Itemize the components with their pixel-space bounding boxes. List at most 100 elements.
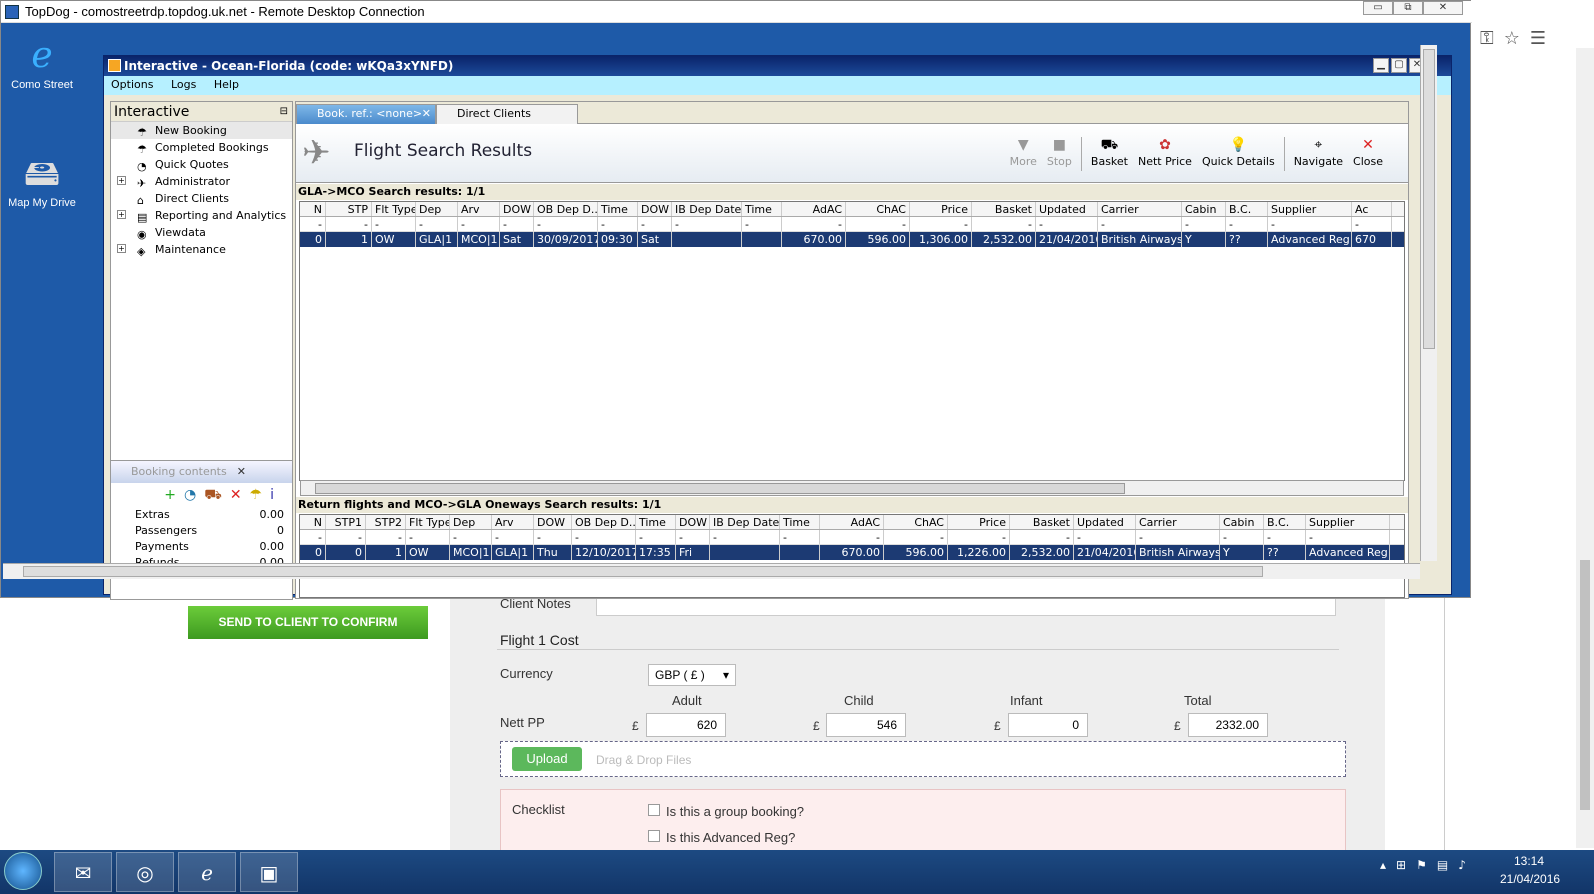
expand-icon[interactable]: + — [117, 176, 126, 185]
show-hidden-icon[interactable]: ▴ — [1380, 858, 1396, 872]
adult-cost-input[interactable]: 620 — [646, 713, 726, 737]
nett-price-button[interactable]: ✿ Nett Price — [1133, 137, 1197, 177]
total-cost-input[interactable]: 2332.00 — [1188, 713, 1268, 737]
rdp-hscroll-thumb[interactable] — [23, 566, 1263, 577]
system-tray[interactable]: ▴⊞⚑▤♪ — [1380, 858, 1476, 872]
basket-button[interactable]: ⛟ Basket — [1086, 137, 1133, 177]
grid-header-row-cell: Time — [636, 515, 676, 529]
close-icon[interactable]: ✕ — [237, 465, 246, 478]
upload-button[interactable]: Upload — [512, 747, 582, 771]
star-icon[interactable]: ☆ — [1504, 28, 1530, 49]
close-tab-icon[interactable]: ✕ — [422, 105, 431, 123]
windows-icon[interactable]: ⊞ — [1396, 858, 1416, 872]
menu-help[interactable]: Help — [207, 76, 246, 93]
info-icon[interactable]: i — [270, 487, 282, 503]
minimize-icon[interactable]: ▭ — [1363, 1, 1393, 15]
grid-filter-row-cell: - — [1098, 217, 1182, 231]
nav-item-reporting-and-analytics[interactable]: + ▤ Reporting and Analytics — [111, 207, 292, 224]
close-button[interactable]: ✕ Close — [1348, 137, 1388, 177]
toolbar-button-label: Nett Price — [1137, 155, 1192, 168]
more-button[interactable]: ▼ More — [1005, 137, 1042, 177]
grid-header-row-cell: Carrier — [1136, 515, 1220, 529]
grid1-label: GLA->MCO Search results: 1/1 — [296, 184, 1408, 200]
network-icon[interactable]: ▤ — [1437, 858, 1458, 872]
table-row-cell: 2,532.00 — [972, 232, 1036, 247]
browser-scroll-thumb[interactable] — [1580, 560, 1590, 810]
browser-toolbar-icons[interactable]: ⚿☆☰ — [1480, 28, 1556, 49]
restore-icon[interactable]: ⧉ — [1393, 1, 1423, 15]
grid-header-row-cell: N — [300, 515, 326, 529]
navigate-button[interactable]: ⌖ Navigate — [1289, 137, 1348, 177]
results-toolbar: ▼ More ■ Stop ⛟ Basket ✿ Nett Price 💡 Quick Detai… — [1005, 137, 1388, 177]
desktop-icon-como-street[interactable]: ℯ Como Street — [11, 35, 73, 92]
grid-filter-row-cell: - — [572, 530, 636, 544]
stop-button[interactable]: ■ Stop — [1042, 137, 1077, 177]
app-maximize-icon[interactable]: ▢ — [1391, 58, 1407, 73]
send-to-client-button[interactable]: SEND TO CLIENT TO CONFIRM — [188, 606, 428, 639]
nav-item-maintenance[interactable]: + ◈ Maintenance — [111, 241, 292, 258]
clock[interactable]: 13:14 21/04/2016 — [1500, 852, 1560, 888]
app-minimize-icon[interactable]: ▁ — [1373, 58, 1389, 73]
group-booking-checkbox[interactable] — [648, 804, 660, 816]
tab-direct-clients-search[interactable]: Direct Clients Search — [436, 104, 578, 138]
tab-booking-ref[interactable]: Book. ref.: <none> ✕ — [296, 104, 436, 124]
collapse-icon[interactable]: ⊟ — [280, 102, 288, 122]
infant-cost-input[interactable]: 0 — [1008, 713, 1088, 737]
table-row[interactable]: 0 0 1 OW MCO|1 GLA|1 Thu 12/10/2017 17:35 Fri 670.… — [300, 545, 1404, 560]
add-icon[interactable]: + — [164, 487, 184, 503]
grid1-horizontal-scrollbar[interactable] — [300, 480, 1404, 496]
nav-item-completed-bookings[interactable]: ☂ Completed Bookings — [111, 139, 292, 156]
flag-icon[interactable]: ⚑ — [1416, 858, 1437, 872]
basket-icon[interactable]: ⛟ — [204, 487, 230, 503]
nav-item-direct-clients[interactable]: ⌂ Direct Clients — [111, 190, 292, 207]
outlook-taskbar-icon[interactable]: ✉ — [54, 852, 112, 892]
browser-scrollbar[interactable] — [1576, 48, 1594, 848]
nav-item-viewdata[interactable]: ◉ Viewdata — [111, 224, 292, 241]
drive-icon: 🖴 — [23, 152, 61, 193]
child-cost-input[interactable]: 546 — [826, 713, 906, 737]
start-button[interactable] — [4, 852, 42, 890]
nav-item-new-booking[interactable]: ☂ New Booking — [111, 122, 292, 139]
return-results-grid: N STP1 STP2 Flt Type Dep Arv DOW OB Dep D... Tim… — [299, 514, 1405, 598]
table-row-cell: 21/04/2016 — [1074, 545, 1136, 560]
grid-filter-row: --------------------- — [300, 530, 1404, 545]
quick-details-button[interactable]: 💡 Quick Details — [1197, 137, 1280, 177]
grid-header-row-cell: DOW — [534, 515, 572, 529]
grid1-scroll-thumb[interactable] — [315, 483, 1125, 494]
chrome-taskbar-icon[interactable]: ◎ — [116, 852, 174, 892]
table-row-cell — [742, 232, 782, 247]
delete-icon[interactable]: ✕ — [230, 487, 250, 503]
rdp-taskbar-icon[interactable]: ▣ — [240, 852, 298, 892]
ie-taskbar-icon[interactable]: ℯ — [178, 852, 236, 892]
rdp-vscroll-thumb[interactable] — [1423, 49, 1435, 349]
rdp-titlebar: TopDog - comostreetrdp.topdog.uk.net - R… — [1, 1, 1472, 23]
grid-header-row-cell: Time — [598, 202, 638, 216]
drag-drop-hint: Drag & Drop Files — [596, 753, 692, 767]
rdp-horizontal-scrollbar[interactable] — [3, 563, 1420, 579]
advanced-reg-checkbox[interactable] — [648, 830, 660, 842]
nav-item-quick-quotes[interactable]: ◔ Quick Quotes — [111, 156, 292, 173]
table-row[interactable]: 0 1 OW GLA|1 MCO|1 Sat 30/09/2017 09:30 Sat 670.0… — [300, 232, 1404, 247]
nav-item-administrator[interactable]: + ✈ Administrator — [111, 173, 292, 190]
booking-icon[interactable]: ☂ — [250, 487, 271, 503]
close-icon[interactable]: ✕ — [1423, 1, 1463, 15]
desktop-icon-map-my-drive[interactable]: 🖴 Map My Drive — [7, 152, 77, 210]
currency-select[interactable]: GBP ( £ ) ▾ — [648, 664, 736, 686]
menu-icon[interactable]: ☰ — [1530, 28, 1556, 49]
toolbar-button-label: More — [1009, 155, 1037, 168]
rdp-vertical-scrollbar[interactable] — [1420, 45, 1437, 561]
expand-icon[interactable]: + — [117, 210, 126, 219]
key-icon[interactable]: ⚿ — [1480, 28, 1504, 49]
interactive-app-window: Interactive - Ocean-Florida (code: wKQa3… — [103, 55, 1452, 600]
grid-header-row-cell: IB Dep Date — [710, 515, 780, 529]
expand-icon[interactable]: + — [117, 244, 126, 253]
grid-filter-row-cell: - — [884, 530, 948, 544]
menu-options[interactable]: Options — [104, 76, 160, 93]
grid-header-row-cell: Basket — [1010, 515, 1074, 529]
grid-header-row-cell: Cabin — [1182, 202, 1226, 216]
menu-logs[interactable]: Logs — [164, 76, 203, 93]
volume-icon[interactable]: ♪ — [1458, 858, 1476, 872]
pound-sign: £ — [632, 719, 639, 733]
results-header: ✈ Flight Search Results ▼ More ■ Stop ⛟ Baske… — [296, 125, 1408, 183]
refresh-icon[interactable]: ◔ — [184, 487, 204, 503]
